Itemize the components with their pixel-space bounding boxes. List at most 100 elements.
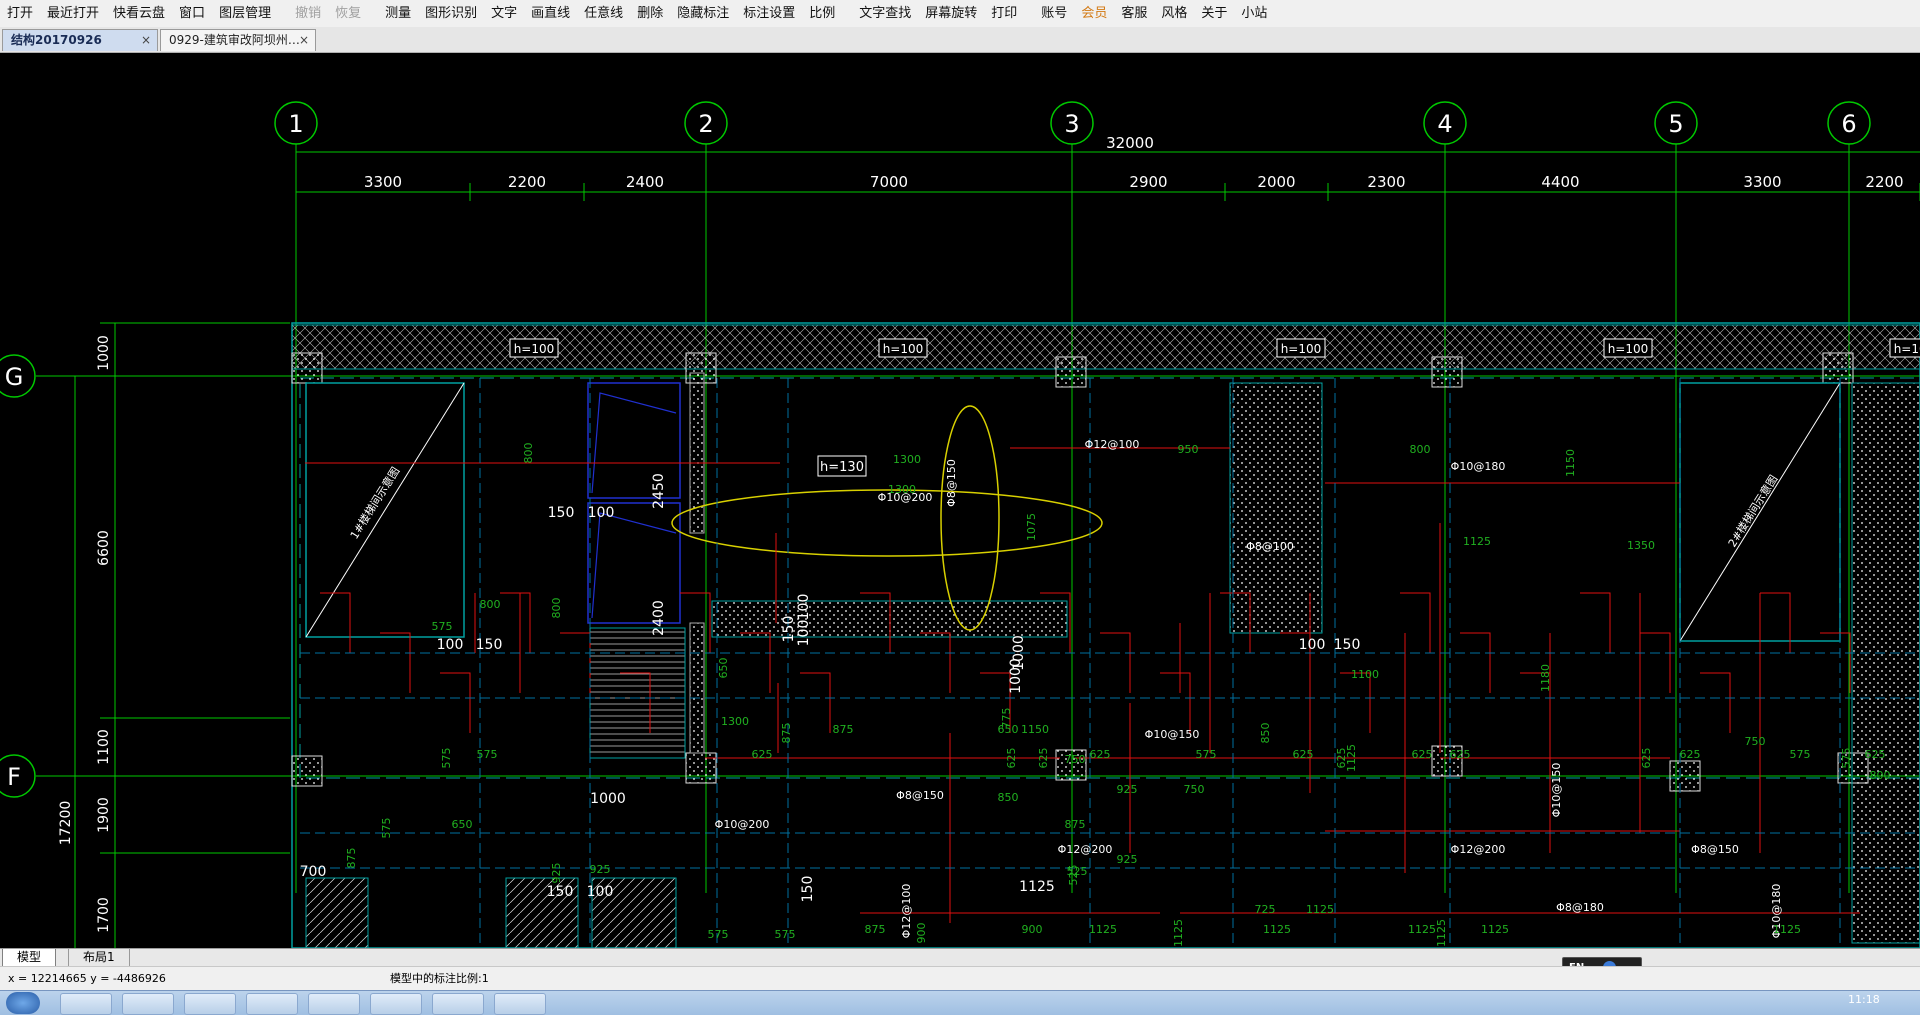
dimension-text: 850	[998, 791, 1019, 804]
axis-label: 4	[1437, 110, 1452, 138]
dimension-text: 625	[1680, 748, 1701, 761]
menu-item[interactable]: 打开	[0, 0, 40, 27]
dimension-text: 2400	[626, 173, 664, 191]
beam-line	[740, 632, 771, 693]
dimension-text: 1300	[721, 715, 749, 728]
beam-line	[1640, 632, 1671, 693]
dimension-text: 1125	[1481, 923, 1509, 936]
rebar-label: Φ8@100	[1246, 540, 1294, 553]
taskbar-app-folder[interactable]	[122, 993, 174, 1015]
dimension-text: 1180	[1539, 664, 1552, 692]
dimension-text: 1125	[1408, 923, 1436, 936]
dimension-text: 1125	[1306, 903, 1334, 916]
menu-item[interactable]: 窗口	[172, 0, 212, 27]
tab-architecture-review[interactable]: 0929-建筑审改阿坝州… ×	[160, 29, 316, 51]
taskbar-app-globe[interactable]	[494, 993, 546, 1015]
taskbar-app-media[interactable]	[184, 993, 236, 1015]
dimension-text: 100	[587, 884, 614, 900]
dimension-text: 150	[547, 884, 574, 900]
dimension-text: 625	[1865, 748, 1886, 761]
taskbar-app-wechat[interactable]	[370, 993, 422, 1015]
stair-hatch	[305, 877, 369, 949]
taskbar-app-qq[interactable]	[246, 993, 298, 1015]
dimension-text: 575	[1840, 748, 1853, 769]
menu-item[interactable]: 隐藏标注	[670, 0, 736, 27]
menu-item[interactable]: 恢复	[328, 0, 368, 27]
menu-item[interactable]: 会员	[1074, 0, 1114, 27]
dimension-text: 2200	[508, 173, 546, 191]
menu-item[interactable]: 画直线	[524, 0, 577, 27]
dimension-text: 800	[522, 443, 535, 464]
menu-item[interactable]: 最近打开	[40, 0, 106, 27]
taskbar-app-browser[interactable]	[60, 993, 112, 1015]
menu-item[interactable]: 任意线	[577, 0, 630, 27]
taskbar-app-cad[interactable]	[432, 993, 484, 1015]
tab-model[interactable]: 模型	[2, 949, 57, 967]
column	[1669, 760, 1701, 792]
rebar-label: Φ8@180	[1556, 901, 1604, 914]
menu-item[interactable]: 关于	[1194, 0, 1234, 27]
dimension-text: 2400	[651, 600, 667, 636]
dimension-text: 750	[1184, 783, 1205, 796]
taskbar-app-chat[interactable]	[308, 993, 360, 1015]
dimension-text: 625	[1090, 748, 1111, 761]
column	[1055, 356, 1087, 388]
menu-item[interactable]: 删除	[630, 0, 670, 27]
dimension-text: 850	[1259, 723, 1272, 744]
axis-label: F	[7, 763, 21, 791]
rebar-label: Φ10@180	[1451, 460, 1506, 473]
menu-item[interactable]: 测量	[378, 0, 418, 27]
cad-drawing-canvas[interactable]: 1 2 3 4 5 6 G F 32000 3300 2200 2400 7000 2900 2000 230…	[0, 53, 1920, 949]
menu-item[interactable]: 撤销	[288, 0, 328, 27]
shear-wall	[689, 622, 705, 754]
beam-tag: h=100	[514, 342, 555, 356]
dimension-text: 2900	[1129, 173, 1167, 191]
annotation-scale: 模型中的标注比例:1	[390, 972, 489, 985]
menu-item[interactable]: 屏幕旋转	[918, 0, 984, 27]
menu-item[interactable]: 文字查找	[852, 0, 918, 27]
dimension-text: 875	[865, 923, 886, 936]
dimension-text: 575	[380, 818, 393, 839]
menu-item[interactable]: 小站	[1234, 0, 1274, 27]
menu-item[interactable]: 打印	[984, 0, 1024, 27]
document-tab-bar: 结构20170926 × 0929-建筑审改阿坝州… ×	[0, 27, 1920, 53]
menu-item[interactable]: 比例	[802, 0, 842, 27]
beam-line	[1580, 592, 1611, 653]
axis-label: 1	[288, 110, 303, 138]
tab-structure-20170926[interactable]: 结构20170926 ×	[2, 29, 158, 51]
menu-item[interactable]: 风格	[1154, 0, 1194, 27]
start-button[interactable]	[6, 992, 40, 1014]
menu-item[interactable]: 图层管理	[212, 0, 278, 27]
close-icon[interactable]: ×	[141, 30, 151, 51]
dimension-text: 575	[440, 748, 453, 769]
dimension-text: 875	[345, 848, 358, 869]
close-icon[interactable]: ×	[299, 30, 309, 51]
axis-label: 2	[698, 110, 713, 138]
dimension-text: 2450	[651, 473, 667, 509]
menu-item[interactable]: 图形识别	[418, 0, 484, 27]
dimension-text: 625	[1412, 748, 1433, 761]
dimension-text: 575	[775, 928, 796, 941]
dimension-text: 1000	[1011, 635, 1027, 671]
menu-item[interactable]: 客服	[1114, 0, 1154, 27]
beam-line	[320, 592, 351, 653]
menu-item[interactable]: 文字	[484, 0, 524, 27]
dimension-text: 1125	[1773, 923, 1801, 936]
dimension-text: 575	[1196, 748, 1217, 761]
dimension-text: 1100	[1351, 668, 1379, 681]
tab-layout1[interactable]: 布局1	[68, 949, 130, 966]
dimension-text: 625	[1005, 748, 1018, 769]
menu-item[interactable]: 标注设置	[736, 0, 802, 27]
dimension-text: 950	[1178, 443, 1199, 456]
dimension-text: 625	[752, 748, 773, 761]
clock: 11:18	[1848, 993, 1880, 1006]
menu-item[interactable]: 账号	[1034, 0, 1074, 27]
dimension-text: 1125	[1019, 879, 1055, 895]
dimension-text: 7000	[870, 173, 908, 191]
dimension-text: 625	[1450, 748, 1471, 761]
stair-diagonal	[305, 382, 465, 638]
menu-item[interactable]: 快看云盘	[106, 0, 172, 27]
beam-line	[920, 632, 951, 693]
cad-drawing[interactable]: 1 2 3 4 5 6 G F 32000 3300 2200 2400 7000 2900 2000 230…	[0, 53, 1920, 949]
dimension-text: 650	[717, 658, 730, 679]
